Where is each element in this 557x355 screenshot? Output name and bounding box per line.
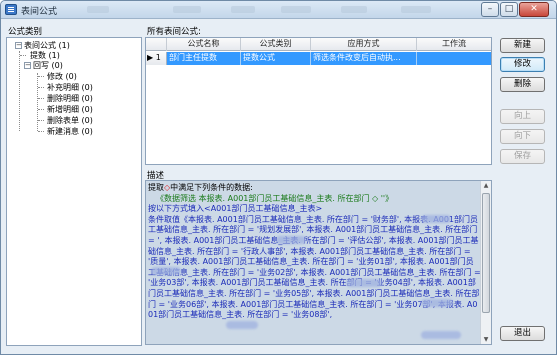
column-header-apply[interactable]: 应用方式 <box>311 38 417 51</box>
edit-button[interactable]: 修改 <box>500 57 545 72</box>
tree-line <box>38 76 44 77</box>
tree-node-new-detail[interactable]: 新增明细 (0) <box>47 104 93 115</box>
background-ghost <box>401 6 431 13</box>
tree-node-label: 提数 (1) <box>30 51 60 60</box>
grid-column-headers: 公式名称 公式类别 应用方式 工作流 <box>146 38 491 51</box>
description-box[interactable]: 提取◇中满足下列条件的数据: 《数据筛选 本报表. A001部门员工基础信息_主… <box>145 180 492 345</box>
background-ghost <box>231 6 255 13</box>
table-row[interactable]: ▶ 1 部门主任提数 提数公式 筛选条件改变后自动执... <box>146 52 491 65</box>
move-up-button[interactable]: 向上 <box>500 109 545 124</box>
move-down-button[interactable]: 向下 <box>500 129 545 144</box>
minimize-button[interactable]: – <box>481 2 499 17</box>
collapse-icon[interactable]: − <box>24 62 31 69</box>
tree-line <box>20 55 26 56</box>
scroll-up-icon[interactable]: ▲ <box>483 182 489 189</box>
new-button[interactable]: 新建 <box>500 38 545 53</box>
collapse-icon[interactable]: − <box>15 42 22 49</box>
close-button[interactable]: ✕ <box>519 2 549 17</box>
redaction-blur <box>421 215 451 223</box>
tree-node-label: 修改 (0) <box>47 72 77 81</box>
row-indicator: ▶ 1 <box>146 52 167 65</box>
fill-target: 按以下方式填入<A001部门员工基础信息_主表> <box>148 204 323 214</box>
title-bar: 表间公式 – □ ✕ <box>1 1 556 19</box>
cell-category[interactable]: 提数公式 <box>241 52 311 65</box>
column-header-name[interactable]: 公式名称 <box>167 38 241 51</box>
tree-line <box>38 120 44 121</box>
text: 提取 <box>148 183 164 192</box>
description-line: 提取◇中满足下列条件的数据: <box>148 183 481 194</box>
tree-node-label: 删除表单 (0) <box>47 116 93 125</box>
app-icon <box>5 4 17 15</box>
category-tree[interactable]: − 表间公式 (1) 提数 (1) − 回写 (0) 修改 (0) 补充明细 (0)… <box>6 37 142 346</box>
tree-node-label: 删除明细 (0) <box>47 94 93 103</box>
description-line: 按以下方式填入<A001部门员工基础信息_主表> <box>148 204 481 215</box>
column-header-category[interactable]: 公式类别 <box>241 38 311 51</box>
window-title: 表间公式 <box>21 7 58 17</box>
tree-node-modify[interactable]: 修改 (0) <box>47 71 77 82</box>
tree-node-writeback[interactable]: − 回写 (0) <box>24 60 63 71</box>
redaction-blur <box>346 279 382 287</box>
redaction-blur <box>276 236 306 244</box>
formula-dialog: 表间公式 – □ ✕ 公式类别 − 表间公式 (1) 提数 (1) − 回写 (0)… <box>0 0 557 355</box>
tree-line <box>38 131 44 132</box>
tree-line <box>38 109 44 110</box>
redaction-blur <box>151 267 181 275</box>
grid-header: 所有表间公式: <box>147 27 201 37</box>
delete-button[interactable]: 删除 <box>500 77 545 92</box>
redaction-blur <box>421 331 461 339</box>
category-header: 公式类别 <box>8 27 43 37</box>
filter-condition: 本报表. A001部门员工基础信息_主表. 所在部门 ◇ ''》 <box>198 193 394 203</box>
scroll-down-icon[interactable]: ▼ <box>483 336 489 343</box>
description-line: 《数据筛选 本报表. A001部门员工基础信息_主表. 所在部门 ◇ ''》 <box>148 194 481 205</box>
tree-node-label: 表间公式 (1) <box>24 41 70 50</box>
redaction-blur <box>226 321 258 329</box>
scroll-thumb[interactable] <box>482 193 490 313</box>
tree-node-delete-form[interactable]: 删除表单 (0) <box>47 115 93 126</box>
tree-line <box>37 73 38 131</box>
tree-node-label: 补充明细 (0) <box>47 83 93 92</box>
grid-corner <box>146 38 167 51</box>
background-ghost <box>87 6 109 13</box>
maximize-button[interactable]: □ <box>500 2 518 17</box>
formula-grid[interactable]: 公式名称 公式类别 应用方式 工作流 ▶ 1 部门主任提数 提数公式 筛选条件改… <box>145 37 492 165</box>
tree-node-delete-detail[interactable]: 删除明细 (0) <box>47 93 93 104</box>
text: 中满足下列条件的数据: <box>170 183 253 192</box>
tree-node-label: 回写 (0) <box>33 61 63 70</box>
background-ghost <box>173 6 201 13</box>
tree-node-label: 新建消息 (0) <box>47 127 93 136</box>
tree-node-new-message[interactable]: 新建消息 (0) <box>47 126 93 137</box>
cell-workflow[interactable] <box>417 52 491 65</box>
cell-apply[interactable]: 筛选条件改变后自动执... <box>311 52 417 65</box>
redaction-blur <box>421 299 453 307</box>
save-button[interactable]: 保存 <box>500 149 545 164</box>
tree-line <box>38 87 44 88</box>
cell-name[interactable]: 部门主任提数 <box>167 52 241 65</box>
tree-node-label: 新增明细 (0) <box>47 105 93 114</box>
exit-button[interactable]: 退出 <box>500 326 545 341</box>
description-scrollbar[interactable]: ▲ ▼ <box>480 181 491 344</box>
background-ghost <box>281 6 311 13</box>
tree-line <box>38 98 44 99</box>
filter-label: 《数据筛选 <box>156 193 196 203</box>
background-ghost <box>341 6 367 13</box>
tree-line <box>19 51 20 131</box>
tree-node-add-detail[interactable]: 补充明细 (0) <box>47 82 93 93</box>
column-header-workflow[interactable]: 工作流 <box>417 38 491 51</box>
